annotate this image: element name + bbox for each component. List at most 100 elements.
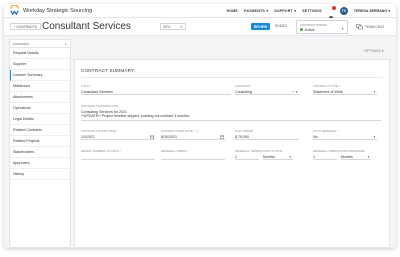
termination-reminder-number[interactable]: 1 xyxy=(313,155,337,160)
sidebar-item-attachments[interactable]: Attachments xyxy=(10,92,70,103)
chevron-down-icon: ▼ xyxy=(180,25,183,29)
app-window: Workday Strategic Sourcing HOME PAYMENTS… xyxy=(4,4,396,248)
nav-settings[interactable]: SETTINGS xyxy=(302,9,322,13)
auto-renewal-field: AUTO RENEWAL * No ▼ xyxy=(313,129,377,140)
calendar-icon[interactable] xyxy=(150,135,154,139)
full-spend-label: FULL SPEND xyxy=(235,129,254,133)
termination-reminder-number-value: 1 xyxy=(313,155,315,159)
termination-notice-inputs: 1 Months ▼ xyxy=(235,155,305,160)
contract-type-field: CONTRACT TYPE * Statement of Work ▼ xyxy=(313,84,377,95)
user-menu[interactable]: TERESA SERRANO ▾ xyxy=(354,9,390,13)
top-bar: Workday Strategic Sourcing HOME PAYMENTS… xyxy=(4,4,396,21)
sidebar-header-label: CONTRACT xyxy=(13,41,30,46)
contract-status-text: Active xyxy=(304,27,315,32)
app-title: Workday Strategic Sourcing xyxy=(23,7,93,14)
title-field: TITLE * Consultant Services xyxy=(81,84,231,95)
page-title: Consultant Services xyxy=(42,21,131,32)
renewal-terms-label: RENEWAL TERMS * xyxy=(161,149,189,153)
chat-icon xyxy=(356,24,363,30)
status-select[interactable]: NEW ▼ xyxy=(160,23,186,30)
collapse-sidebar-icon[interactable]: |‹ xyxy=(65,42,67,46)
start-date-label: CONTRACT START DATE * xyxy=(81,129,119,133)
renewal-days-input[interactable] xyxy=(81,155,155,160)
full-spend-field: FULL SPEND $ 75,000 xyxy=(235,129,299,140)
contract-sidebar: CONTRACT |‹ Request Details Supplier Con… xyxy=(9,39,71,248)
end-date-input[interactable]: 8/30/2021 xyxy=(161,135,225,140)
sidebar-item-related-projects[interactable]: Related Projects xyxy=(10,136,70,147)
full-spend-value: $ 75,000 xyxy=(235,135,249,139)
team-chat-button[interactable]: TEAM CHAT xyxy=(356,24,384,30)
section-title: CONTRACT SUMMARY xyxy=(81,68,135,73)
termination-reminder-unit-select[interactable]: Months ▼ xyxy=(341,155,371,160)
auto-renewal-select[interactable]: No ▼ xyxy=(313,135,377,140)
chevron-down-icon: ▼ xyxy=(341,27,344,31)
renewal-terms-input[interactable] xyxy=(161,155,225,160)
review-button[interactable]: REVIEW xyxy=(251,23,270,30)
calendar-icon[interactable] xyxy=(220,135,224,139)
status-dot-icon xyxy=(300,28,303,31)
nav-payments[interactable]: PAYMENTS ▾ xyxy=(244,9,268,13)
nav-support[interactable]: SUPPORT ▾ xyxy=(274,9,296,13)
renewal-days-label: RENEW NUMBER OF DAYS * xyxy=(81,149,122,153)
team-chat-label: TEAM CHAT xyxy=(365,25,385,29)
title-input[interactable]: Consultant Services xyxy=(81,90,231,95)
sidebar-item-request-details[interactable]: Request Details xyxy=(10,48,70,59)
auto-renewal-value: No xyxy=(313,135,318,139)
sidebar-item-stakeholders[interactable]: Stakeholders xyxy=(10,147,70,158)
end-date-field: CONTRACT END DATE * ⓘ 8/30/2021 xyxy=(161,129,225,140)
contract-status-value: Active xyxy=(300,28,315,32)
sidebar-item-operations[interactable]: Operations xyxy=(10,103,70,114)
title-label: TITLE * xyxy=(81,84,92,88)
termination-notice-unit-value: Months xyxy=(263,155,275,159)
bell-icon[interactable] xyxy=(328,6,336,21)
category-value: Consulting xyxy=(235,90,252,94)
full-spend-input[interactable]: $ 75,000 xyxy=(235,135,299,140)
sidebar-item-approvers[interactable]: Approvers xyxy=(10,158,70,169)
sidebar-item-legal-details[interactable]: Legal Details xyxy=(10,114,70,125)
sidebar-item-history[interactable]: History xyxy=(10,169,70,180)
termination-notice-label: RENEWAL TERMINATION NOTICE xyxy=(235,149,283,153)
termination-reminder-unit-value: Months xyxy=(341,155,353,159)
contract-status-label: CONTRACT STATUS xyxy=(300,22,327,27)
termination-reminder-inputs: 1 Months ▼ xyxy=(313,155,383,160)
description-field: CONTRACT DESCRIPTION Consulting Services… xyxy=(81,104,381,121)
chevron-down-icon: ▼ xyxy=(289,155,292,159)
end-date-label: CONTRACT END DATE * ⓘ xyxy=(161,129,199,133)
contract-type-label: CONTRACT TYPE * xyxy=(313,84,340,88)
termination-notice-unit-select[interactable]: Months ▼ xyxy=(263,155,293,160)
category-field: CATEGORY Consulting ✕ ▼ xyxy=(235,84,299,95)
sidebar-item-related-contracts[interactable]: Related Contracts xyxy=(10,125,70,136)
start-date-input[interactable]: 1/1/2021 xyxy=(81,135,155,140)
renewal-terms-field: RENEWAL TERMS * xyxy=(161,149,225,160)
contract-type-select[interactable]: Statement of Work ▼ xyxy=(313,90,377,95)
category-label: CATEGORY xyxy=(235,84,252,88)
options-menu-button[interactable]: OPTIONS ▾ xyxy=(364,49,384,53)
sidebar-item-supplier[interactable]: Supplier xyxy=(10,59,70,70)
contract-status-dropdown[interactable]: CONTRACT STATUS Active ▼ xyxy=(296,20,348,34)
notification-badge xyxy=(331,6,336,10)
start-date-field: CONTRACT START DATE * 1/1/2021 xyxy=(81,129,155,140)
termination-notice-number[interactable]: 1 xyxy=(235,155,259,160)
termination-notice-number-value: 1 xyxy=(235,155,237,159)
description-label: CONTRACT DESCRIPTION xyxy=(81,104,119,108)
back-to-contracts-button[interactable]: ‹ CONTRACTS xyxy=(10,23,42,30)
chevron-down-icon: ▼ xyxy=(367,155,370,159)
nav-home[interactable]: HOME xyxy=(226,9,238,13)
divider xyxy=(81,77,383,78)
chevron-down-icon: ▼ xyxy=(373,135,376,139)
contract-type-value: Statement of Work xyxy=(313,90,343,94)
sidebar-item-contract-summary[interactable]: Contract Summary xyxy=(10,70,70,81)
top-navigation: HOME PAYMENTS ▾ SUPPORT ▾ SETTINGS TS TE… xyxy=(226,4,390,21)
contract-header: ‹ CONTRACTS Consultant Services NEW ▼ RE… xyxy=(4,18,396,36)
termination-reminder-field: RENEWAL TERMINATION REMINDER 1 Months ▼ xyxy=(313,149,383,160)
sidebar-item-milestones[interactable]: Milestones xyxy=(10,81,70,92)
termination-notice-field: RENEWAL TERMINATION NOTICE 1 Months ▼ xyxy=(235,149,305,160)
avatar[interactable]: TS xyxy=(339,7,348,15)
end-date-value: 8/30/2021 xyxy=(161,135,177,139)
clear-icon[interactable]: ✕ xyxy=(291,90,294,94)
description-textarea[interactable]: Consulting Services for 2021 **UPDATE** … xyxy=(81,110,381,121)
sidebar-header: CONTRACT |‹ xyxy=(10,40,70,48)
workday-logo-icon[interactable] xyxy=(9,5,20,16)
category-select[interactable]: Consulting ✕ ▼ xyxy=(235,90,299,95)
auto-renewal-label: AUTO RENEWAL * xyxy=(313,129,339,133)
